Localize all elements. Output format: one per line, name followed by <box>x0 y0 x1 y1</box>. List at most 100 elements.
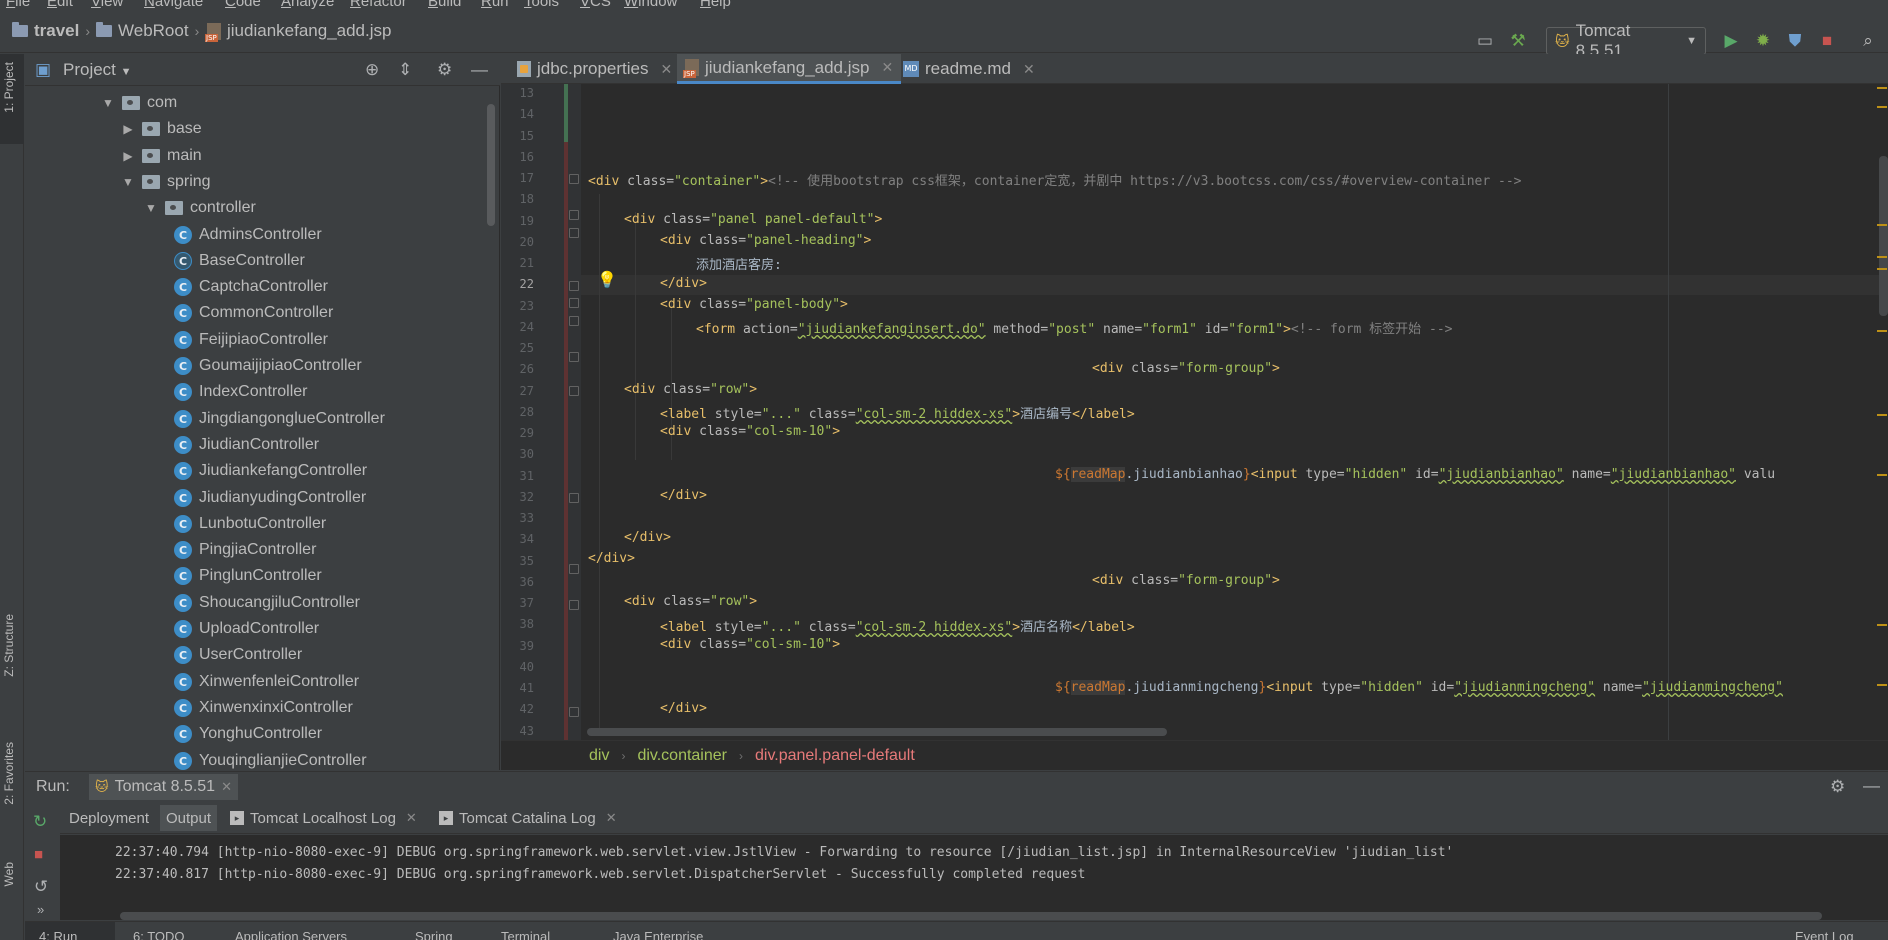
tree-item[interactable]: C UploadController <box>174 616 319 642</box>
build-hammer-icon[interactable]: ⚒ <box>1507 30 1529 52</box>
fold-marker[interactable] <box>569 564 579 574</box>
warning-stripe-mark[interactable] <box>1877 106 1887 108</box>
fold-marker[interactable] <box>569 316 579 326</box>
warning-stripe-mark[interactable] <box>1877 474 1887 476</box>
spring-tool-tab[interactable]: Spring <box>415 929 453 940</box>
minimize-icon[interactable]: — <box>1863 776 1880 796</box>
close-icon[interactable]: ✕ <box>406 810 417 826</box>
tree-item[interactable]: C JingdiangonglueController <box>174 406 385 432</box>
tree-item[interactable]: C JiudianController <box>174 432 319 458</box>
fold-marker[interactable] <box>569 210 579 220</box>
fold-marker[interactable] <box>569 600 579 610</box>
fold-marker[interactable] <box>569 352 579 362</box>
search-icon[interactable]: ⌕ <box>1857 30 1879 52</box>
nav-project[interactable]: travel › <box>12 20 90 42</box>
run-icon[interactable]: ▶ <box>1720 30 1742 52</box>
tab-jiudiankefang-add-jsp[interactable]: jiudiankefang_add.jsp ✕ <box>677 54 902 84</box>
tree-item[interactable]: C JiudiankefangController <box>174 458 367 484</box>
tree-item[interactable]: ▶ base <box>121 116 201 142</box>
tree-item[interactable]: C CommonController <box>174 300 333 326</box>
tree-item[interactable]: C YonghuController <box>174 721 322 747</box>
menu-tools[interactable]: Tools <box>524 0 559 10</box>
fold-marker[interactable] <box>569 228 579 238</box>
tree-item[interactable]: C UserController <box>174 642 302 668</box>
close-icon[interactable]: ✕ <box>1023 61 1035 78</box>
tab-tomcat-localhost-log[interactable]: ▸ Tomcat Localhost Log ✕ <box>224 805 423 831</box>
code-editor[interactable]: 13 14 15 16 17 18 19 20 21 22 23 24 25 26 27 28 29 30 31 32… <box>501 84 1888 740</box>
warning-stripe-mark[interactable] <box>1877 414 1887 416</box>
tree-item[interactable]: ▼ controller <box>144 195 256 221</box>
close-icon[interactable]: ✕ <box>881 59 893 76</box>
tree-item[interactable]: ▼ com <box>101 90 177 116</box>
console-output[interactable]: 22:37:40.794 [http-nio-8080-exec-9] DEBU… <box>60 835 1888 920</box>
close-icon[interactable]: ✕ <box>606 810 617 826</box>
fold-marker[interactable] <box>569 281 579 291</box>
terminal-tool-tab[interactable]: Terminal <box>501 929 550 940</box>
minimize-icon[interactable]: — <box>471 60 488 80</box>
favorites-tool-tab[interactable]: 2: Favorites <box>2 742 16 805</box>
tree-item[interactable]: C PingjiaController <box>174 537 316 563</box>
stop-icon[interactable]: ■ <box>34 846 43 863</box>
menu-analyze[interactable]: Analyze <box>281 0 334 10</box>
menu-view[interactable]: View <box>91 0 123 10</box>
tree-item[interactable]: C IndexController <box>174 379 308 405</box>
tree-item[interactable]: C PinglunController <box>174 563 322 589</box>
close-icon[interactable]: ✕ <box>221 779 232 795</box>
menu-edit[interactable]: Edit <box>47 0 73 10</box>
tree-item[interactable]: C LunbotuController <box>174 511 326 537</box>
menu-vcs[interactable]: VCS <box>580 0 611 10</box>
coverage-shield-icon[interactable]: ⛊ <box>1784 30 1806 52</box>
editor-horizontal-scrollbar[interactable] <box>587 728 1167 736</box>
tree-item[interactable]: C FeijipiaoController <box>174 327 328 353</box>
menu-refactor[interactable]: Refactor <box>350 0 407 10</box>
menu-file[interactable]: File <box>6 0 30 10</box>
tab-output[interactable]: Output <box>160 805 218 831</box>
tab-jdbc-properties[interactable]: jdbc.properties ✕ <box>509 54 680 84</box>
more-icon[interactable]: » <box>37 902 44 917</box>
fold-marker[interactable] <box>569 493 579 503</box>
run-tool-window-tab[interactable]: 4: Run <box>25 922 115 940</box>
tab-readme-md[interactable]: MD readme.md ✕ <box>895 54 1043 84</box>
java-enterprise-tool-tab[interactable]: Java Enterprise <box>613 929 703 940</box>
nav-folder[interactable]: WebRoot › <box>96 20 199 42</box>
gear-icon[interactable]: ⚙ <box>1830 777 1845 797</box>
layout-icon[interactable]: ▭ <box>1474 30 1496 52</box>
run-tab-tomcat[interactable]: 🐱 Tomcat 8.5.51 ✕ <box>89 774 238 800</box>
editor-vertical-scrollbar[interactable] <box>1879 156 1888 316</box>
breadcrumb-panel[interactable]: div.panel.panel-default <box>755 747 915 765</box>
web-tool-tab[interactable]: Web <box>2 862 16 886</box>
tree-scrollbar[interactable] <box>487 104 495 226</box>
warning-stripe-mark[interactable] <box>1877 268 1887 270</box>
application-servers-tool-tab[interactable]: Application Servers <box>235 929 347 940</box>
fold-marker[interactable] <box>569 707 579 717</box>
restart-icon[interactable]: ↺ <box>34 877 48 897</box>
lightbulb-icon[interactable]: 💡 <box>597 270 617 290</box>
tree-item[interactable]: C JiudianyudingController <box>174 485 366 511</box>
fold-marker[interactable] <box>569 298 579 308</box>
nav-file[interactable]: jiudiankefang_add.jsp <box>205 20 391 42</box>
warning-stripe-mark[interactable] <box>1877 330 1887 332</box>
menu-navigate[interactable]: Navigate <box>144 0 203 10</box>
console-horizontal-scrollbar[interactable] <box>120 912 1822 920</box>
collapse-all-icon[interactable]: ⇕ <box>398 60 412 80</box>
tab-deployment[interactable]: Deployment <box>63 805 155 831</box>
warning-stripe-mark[interactable] <box>1877 224 1887 226</box>
expanded-arrow-icon[interactable]: ▼ <box>144 201 158 215</box>
structure-tool-tab[interactable]: Z: Structure <box>2 614 16 677</box>
debug-bug-icon[interactable]: ✹ <box>1752 30 1774 52</box>
tree-item[interactable]: ▼ spring <box>121 169 211 195</box>
fold-marker[interactable] <box>569 174 579 184</box>
close-icon[interactable]: ✕ <box>661 61 673 78</box>
menu-build[interactable]: Build <box>428 0 461 10</box>
tree-item[interactable]: C ShoucangjiluController <box>174 590 360 616</box>
tree-item[interactable]: C AdminsController <box>174 222 322 248</box>
breadcrumb-div[interactable]: div <box>589 747 609 765</box>
rerun-icon[interactable]: ↻ <box>33 812 47 832</box>
todo-tool-tab[interactable]: 6: TODO <box>133 929 185 940</box>
locate-target-icon[interactable]: ⊕ <box>365 60 379 80</box>
tree-item[interactable]: C CaptchaController <box>174 274 328 300</box>
menu-window[interactable]: Window <box>624 0 677 10</box>
menu-run[interactable]: Run <box>481 0 509 10</box>
tab-tomcat-catalina-log[interactable]: ▸ Tomcat Catalina Log ✕ <box>433 805 623 831</box>
warning-stripe-mark[interactable] <box>1877 624 1887 626</box>
